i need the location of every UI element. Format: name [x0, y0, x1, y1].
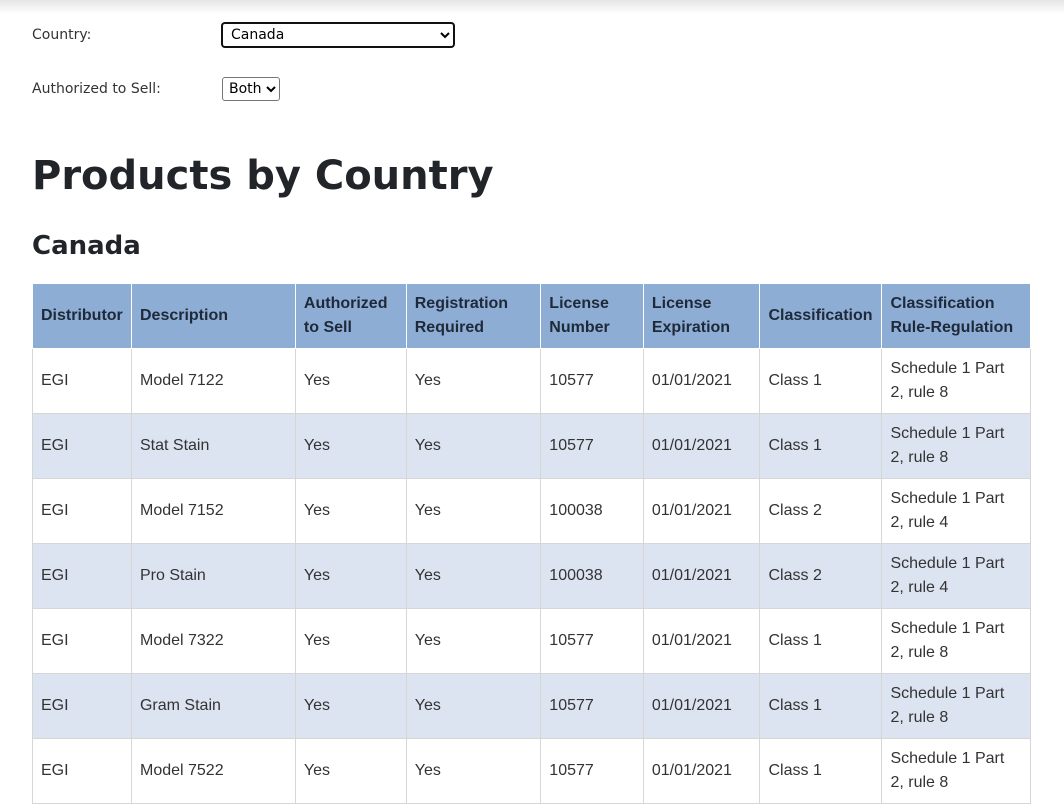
cell-classification: Class 1 — [759, 608, 883, 674]
cell-authorized: Yes — [294, 413, 407, 479]
cell-description: Model 7522 — [130, 738, 296, 804]
cell-description: Gram Stain — [130, 673, 296, 739]
cell-registration: Yes — [405, 543, 542, 609]
cell-license-number: 100038 — [540, 478, 644, 544]
header-distributor: Distributor — [32, 283, 132, 349]
cell-rule: Schedule 1 Part 2, rule 8 — [881, 348, 1031, 414]
table-row: EGI Model 7522 Yes Yes 10577 01/01/2021 … — [32, 738, 1031, 804]
authorized-filter-row: Authorized to Sell: Both — [32, 76, 280, 102]
table-header-row: Distributor Description Authorized to Se… — [32, 283, 1031, 349]
cell-authorized: Yes — [294, 738, 407, 804]
cell-distributor: EGI — [32, 348, 132, 414]
cell-license-number: 10577 — [540, 348, 644, 414]
table-row: EGI Gram Stain Yes Yes 10577 01/01/2021 … — [32, 673, 1031, 739]
cell-description: Stat Stain — [130, 413, 296, 479]
cell-license-expiration: 01/01/2021 — [642, 673, 761, 739]
cell-rule: Schedule 1 Part 2, rule 8 — [881, 413, 1031, 479]
cell-classification: Class 2 — [759, 478, 883, 544]
cell-registration: Yes — [405, 478, 542, 544]
header-authorized-to-sell: Authorized to Sell — [294, 283, 407, 349]
table-row: EGI Model 7322 Yes Yes 10577 01/01/2021 … — [32, 608, 1031, 674]
products-table: Distributor Description Authorized to Se… — [32, 283, 1031, 804]
country-select[interactable]: Canada — [222, 23, 454, 47]
header-registration-required: Registration Required — [405, 283, 542, 349]
table-row: EGI Pro Stain Yes Yes 100038 01/01/2021 … — [32, 543, 1031, 609]
cell-description: Pro Stain — [130, 543, 296, 609]
cell-distributor: EGI — [32, 608, 132, 674]
table-row: EGI Model 7152 Yes Yes 100038 01/01/2021… — [32, 478, 1031, 544]
cell-license-expiration: 01/01/2021 — [642, 543, 761, 609]
top-shadow — [0, 0, 1064, 14]
cell-registration: Yes — [405, 673, 542, 739]
cell-license-expiration: 01/01/2021 — [642, 738, 761, 804]
cell-classification: Class 1 — [759, 413, 883, 479]
page-title: Products by Country — [32, 153, 494, 199]
cell-authorized: Yes — [294, 543, 407, 609]
cell-license-expiration: 01/01/2021 — [642, 413, 761, 479]
header-license-expiration: License Expiration — [642, 283, 761, 349]
table-row: EGI Stat Stain Yes Yes 10577 01/01/2021 … — [32, 413, 1031, 479]
header-description: Description — [130, 283, 296, 349]
authorized-select[interactable]: Both — [222, 77, 280, 101]
header-classification: Classification — [759, 283, 883, 349]
header-classification-rule: Classification Rule-Regulation — [881, 283, 1031, 349]
cell-registration: Yes — [405, 738, 542, 804]
country-label: Country: — [32, 27, 92, 43]
cell-registration: Yes — [405, 413, 542, 479]
cell-license-number: 10577 — [540, 413, 644, 479]
cell-authorized: Yes — [294, 673, 407, 739]
cell-distributor: EGI — [32, 738, 132, 804]
cell-rule: Schedule 1 Part 2, rule 8 — [881, 608, 1031, 674]
cell-distributor: EGI — [32, 543, 132, 609]
cell-rule: Schedule 1 Part 2, rule 4 — [881, 543, 1031, 609]
cell-rule: Schedule 1 Part 2, rule 8 — [881, 738, 1031, 804]
cell-distributor: EGI — [32, 413, 132, 479]
cell-license-number: 10577 — [540, 608, 644, 674]
cell-license-expiration: 01/01/2021 — [642, 608, 761, 674]
cell-rule: Schedule 1 Part 2, rule 8 — [881, 673, 1031, 739]
cell-authorized: Yes — [294, 478, 407, 544]
cell-registration: Yes — [405, 348, 542, 414]
table-row: EGI Model 7122 Yes Yes 10577 01/01/2021 … — [32, 348, 1031, 414]
country-filter-row: Country: Canada — [32, 22, 454, 48]
cell-classification: Class 1 — [759, 348, 883, 414]
cell-authorized: Yes — [294, 348, 407, 414]
cell-authorized: Yes — [294, 608, 407, 674]
cell-license-number: 100038 — [540, 543, 644, 609]
authorized-label: Authorized to Sell: — [32, 81, 161, 97]
cell-registration: Yes — [405, 608, 542, 674]
cell-distributor: EGI — [32, 478, 132, 544]
cell-classification: Class 2 — [759, 543, 883, 609]
cell-license-expiration: 01/01/2021 — [642, 348, 761, 414]
cell-description: Model 7122 — [130, 348, 296, 414]
cell-license-number: 10577 — [540, 738, 644, 804]
cell-description: Model 7152 — [130, 478, 296, 544]
cell-license-expiration: 01/01/2021 — [642, 478, 761, 544]
cell-classification: Class 1 — [759, 738, 883, 804]
cell-classification: Class 1 — [759, 673, 883, 739]
header-license-number: License Number — [540, 283, 644, 349]
cell-description: Model 7322 — [130, 608, 296, 674]
cell-rule: Schedule 1 Part 2, rule 4 — [881, 478, 1031, 544]
cell-license-number: 10577 — [540, 673, 644, 739]
country-heading: Canada — [32, 231, 141, 261]
cell-distributor: EGI — [32, 673, 132, 739]
